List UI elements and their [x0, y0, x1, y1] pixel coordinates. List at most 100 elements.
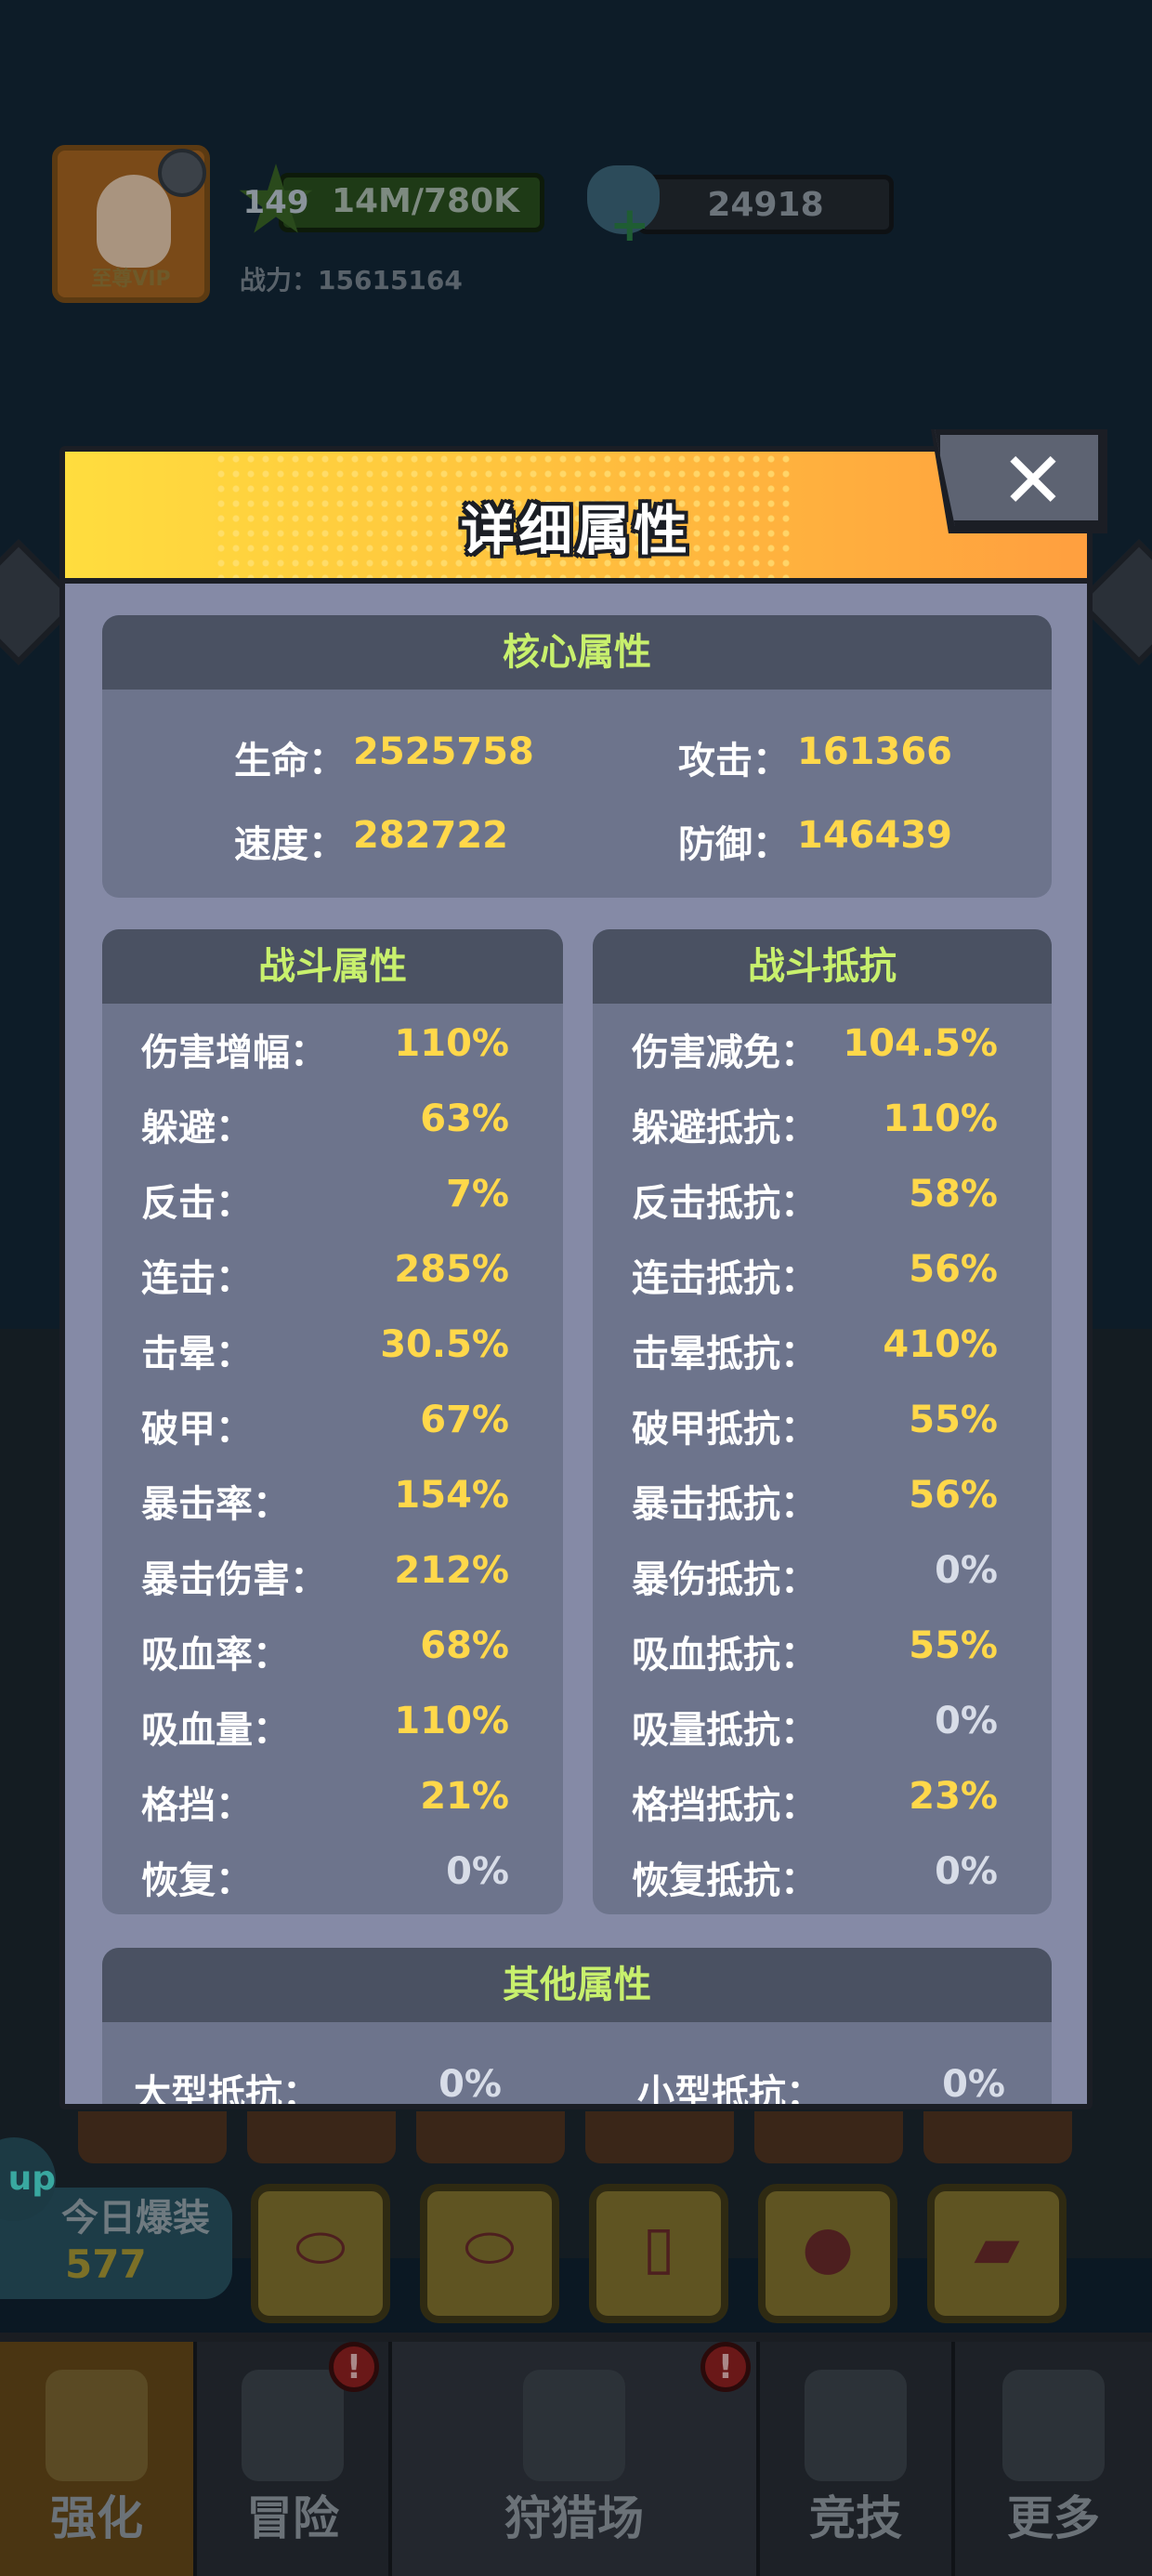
stat-name: 躲避抵抗： [632, 1107, 818, 1150]
nav-tab-strengthen[interactable]: 强化 [0, 2342, 197, 2576]
stat-name: 速度： [234, 823, 346, 866]
stat-name: 格挡抵抗： [632, 1784, 818, 1827]
equipment-slot[interactable]: ▰ [927, 2184, 1067, 2323]
add-gems-icon[interactable]: + [609, 197, 650, 253]
nav-tab-label: 冒险 [246, 2491, 339, 2545]
equipment-slot[interactable]: ⬭ [420, 2184, 559, 2323]
settings-gear-icon[interactable] [158, 149, 206, 197]
stat-name: 吸量抵抗： [632, 1709, 818, 1752]
stat-name: 暴伤抵抗： [632, 1558, 818, 1601]
stat-value: 146439 [797, 814, 952, 857]
stat-value: 0% [935, 1549, 998, 1592]
stat-name: 伤害减免： [632, 1032, 818, 1074]
nav-tab-arena[interactable]: 竞技 [760, 2342, 955, 2576]
stat-name: 破甲： [141, 1408, 253, 1451]
stat-value: 212% [394, 1549, 509, 1592]
stat-name: 暴击伤害： [141, 1558, 327, 1601]
stat-value: 104.5% [843, 1022, 998, 1065]
equipment-slot[interactable] [923, 2111, 1072, 2163]
today-drops-label: 今日爆装 [61, 2197, 210, 2240]
dumbbell-icon: ● [802, 2214, 854, 2282]
nav-tab-label: 更多 [1007, 2491, 1100, 2545]
stat-name: 生命： [234, 740, 346, 782]
equipment-slot[interactable]: ● [758, 2184, 897, 2323]
power-label: 战力： [240, 265, 319, 296]
frying-pan-icon: ⬭ [295, 2214, 347, 2282]
exp-text: 14M/780K [331, 182, 520, 220]
stat-value: 154% [394, 1474, 509, 1517]
stat-value: 0% [942, 2063, 1005, 2106]
stat-name: 击晕抵抗： [632, 1333, 818, 1375]
bunny-avatar-icon [97, 175, 171, 268]
equipment-slot[interactable] [247, 2111, 396, 2163]
dialog-title: 详细属性 [460, 499, 691, 562]
other-attributes-panel: 其他属性 大型抵抗： 0% 小型抵抗： 0% [102, 1948, 1052, 2109]
stat-value: 63% [420, 1097, 509, 1140]
equipment-slot[interactable] [585, 2111, 734, 2163]
stat-name: 反击： [141, 1182, 253, 1225]
stat-value: 56% [909, 1248, 998, 1291]
stat-value: 0% [439, 2063, 502, 2106]
close-button[interactable]: ✕ [935, 429, 1104, 526]
phone-icon: ▯ [642, 2214, 675, 2282]
stat-value: 55% [909, 1624, 998, 1667]
panel-title: 核心属性 [102, 615, 1052, 690]
combat-attributes-panel: 战斗属性 伤害增幅： 110% 躲避： 63% 反击： 7% 连击： 285% 击晕： 30.5%… [102, 929, 563, 1914]
stat-name: 吸血量： [141, 1709, 290, 1752]
stat-value: 55% [909, 1399, 998, 1441]
stat-name: 恢复： [141, 1860, 253, 1902]
hunting-ground-icon [523, 2370, 625, 2481]
detail-attributes-dialog: 详细属性 核心属性 生命： 2525758 攻击： 161366 速度： 282… [59, 446, 1093, 2109]
stat-value: 282722 [353, 814, 508, 857]
stat-name: 反击抵抗： [632, 1182, 818, 1225]
equipment-slot[interactable] [416, 2111, 565, 2163]
stat-value: 110% [394, 1022, 509, 1065]
notification-badge: ! [329, 2342, 379, 2392]
equipment-slot[interactable] [78, 2111, 227, 2163]
power-value: 15615164 [318, 265, 463, 296]
nav-tab-label: 强化 [50, 2491, 143, 2545]
stat-name: 伤害增幅： [141, 1032, 327, 1074]
equipment-slot[interactable] [754, 2111, 903, 2163]
brick-icon: ▰ [974, 2214, 1020, 2282]
nav-tab-more[interactable]: 更多 [955, 2342, 1152, 2576]
equipment-slot[interactable]: ⬭ [251, 2184, 390, 2323]
stat-name: 恢复抵抗： [632, 1860, 818, 1902]
stat-name: 吸血率： [141, 1634, 290, 1676]
stat-value: 56% [909, 1474, 998, 1517]
nav-tab-label: 狩猎场 [504, 2491, 644, 2545]
portal-icon [242, 2370, 344, 2481]
stat-value: 0% [935, 1700, 998, 1742]
stat-name: 暴击率： [141, 1483, 290, 1526]
equipment-slot[interactable]: ▯ [589, 2184, 728, 2323]
stat-value: 0% [935, 1850, 998, 1893]
stat-value: 30.5% [380, 1323, 509, 1366]
panel-title: 其他属性 [102, 1948, 1052, 2022]
dialog-header: 详细属性 [65, 452, 1087, 584]
stat-name: 格挡： [141, 1784, 253, 1827]
stat-name: 暴击抵抗： [632, 1483, 818, 1526]
up-bubble[interactable]: up [0, 2137, 56, 2221]
dialog-body[interactable]: 核心属性 生命： 2525758 攻击： 161366 速度： 282722 防… [65, 584, 1087, 2109]
stat-value: 110% [394, 1700, 509, 1742]
more-menu-icon [1002, 2370, 1105, 2481]
notification-badge: ! [700, 2342, 751, 2392]
close-icon: ✕ [1000, 435, 1067, 526]
stat-name: 躲避： [141, 1107, 253, 1150]
stat-value: 161366 [797, 730, 952, 773]
stat-value: 23% [909, 1775, 998, 1818]
crossed-swords-icon [805, 2370, 907, 2481]
vip-label: 至尊VIP [91, 268, 171, 291]
power-display: 战力：15615164 [240, 260, 463, 297]
stat-value: 58% [909, 1173, 998, 1216]
stat-value: 67% [420, 1399, 509, 1441]
gem-count: 24918 [707, 186, 824, 224]
stat-name: 破甲抵抗： [632, 1408, 818, 1451]
stat-name: 攻击： [678, 740, 790, 782]
today-drops-value: 577 [65, 2241, 147, 2287]
combat-resist-panel: 战斗抵抗 伤害减免： 104.5% 躲避抵抗： 110% 反击抵抗： 58% 连击抵抗： 56… [593, 929, 1052, 1914]
stat-name: 击晕： [141, 1333, 253, 1375]
stat-value: 110% [883, 1097, 998, 1140]
stat-name: 大型抵抗： [134, 2072, 320, 2109]
stat-value: 410% [883, 1323, 998, 1366]
